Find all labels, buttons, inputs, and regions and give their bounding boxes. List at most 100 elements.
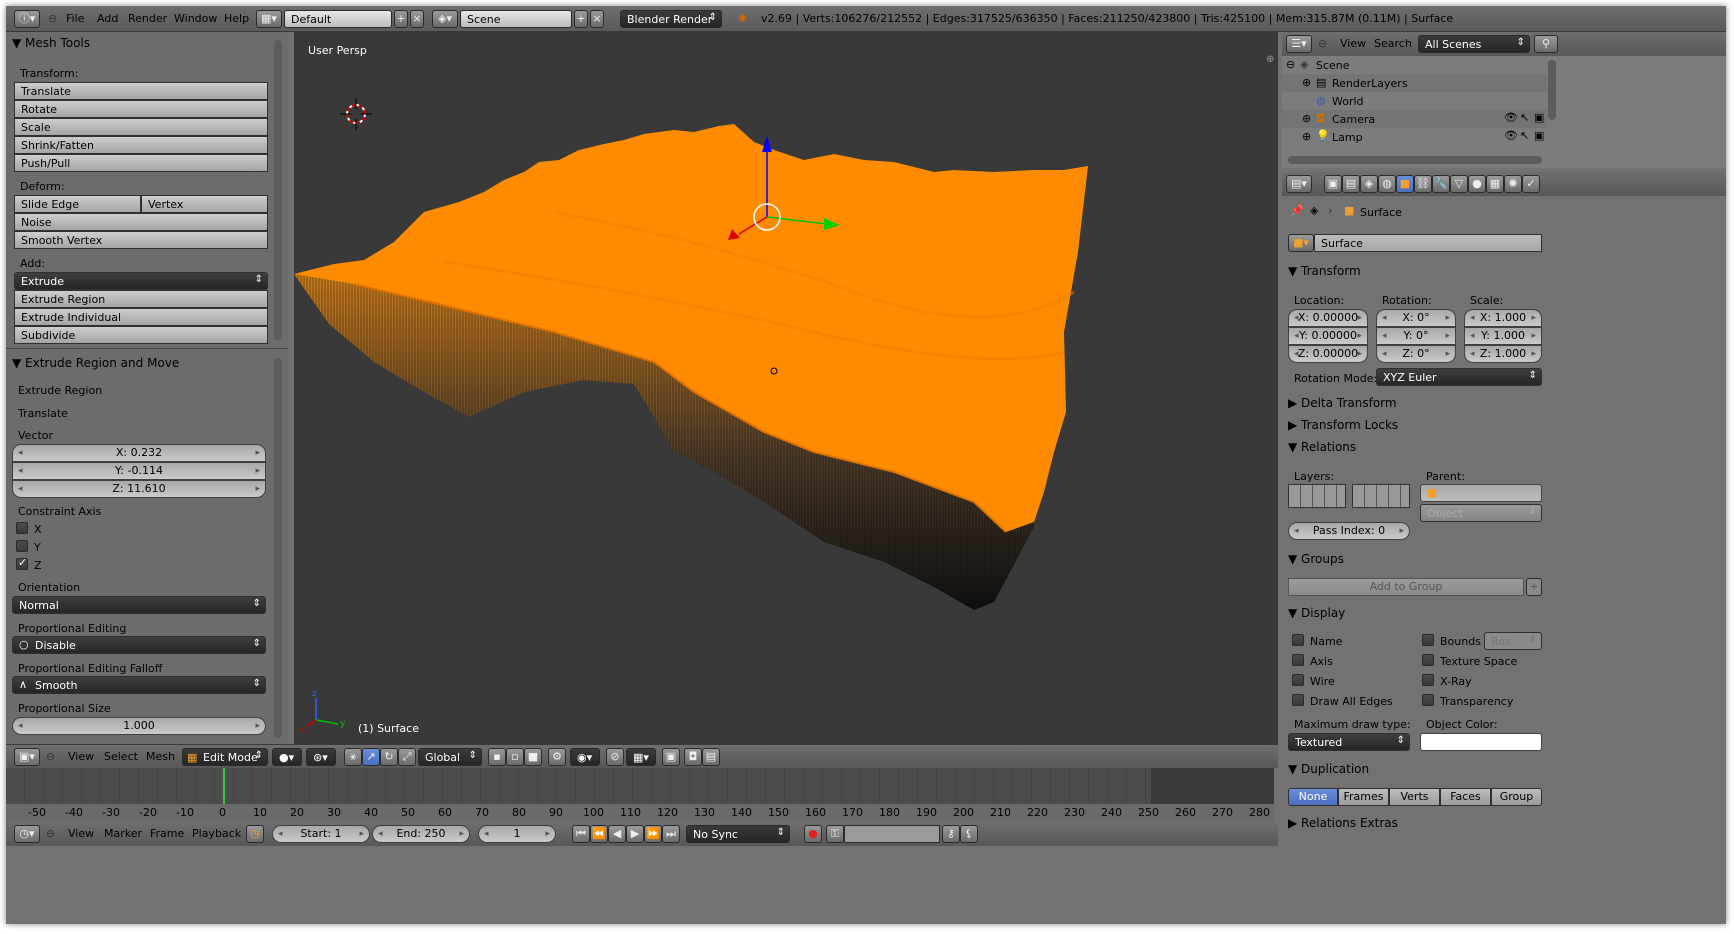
render-engine-dropdown[interactable]: Blender Render bbox=[620, 10, 722, 28]
expand-icon[interactable]: ⊕ bbox=[1302, 130, 1311, 143]
vector-x-field[interactable]: X: 0.232 bbox=[12, 444, 266, 462]
dup-verts-tab[interactable]: Verts bbox=[1389, 788, 1440, 806]
tl-menu-frame[interactable]: Frame bbox=[150, 827, 184, 840]
extrude-dropdown[interactable]: Extrude bbox=[14, 272, 268, 290]
relations-header[interactable]: ▼ Relations bbox=[1282, 436, 1546, 458]
start-frame-field[interactable]: Start: 1 bbox=[272, 825, 370, 843]
relations-extras-header[interactable]: ▶ Relations Extras bbox=[1282, 812, 1546, 834]
region-toggle-icon[interactable]: ⊕ bbox=[1266, 54, 1274, 65]
texture-space-checkbox[interactable] bbox=[1422, 654, 1434, 666]
add-layout-button[interactable]: + bbox=[394, 10, 408, 28]
menu-window[interactable]: Window bbox=[174, 12, 217, 25]
outliner-row[interactable]: ⊕ ◘ Camera 👁 ↖ ▣ bbox=[1282, 110, 1547, 128]
expand-icon[interactable]: ⊕ bbox=[1302, 76, 1311, 89]
prop-size-field[interactable]: 1.000 bbox=[12, 717, 266, 735]
scale-button[interactable]: Scale bbox=[14, 118, 268, 136]
anim-render-icon[interactable]: ▤ bbox=[702, 748, 720, 766]
slide-edge-button[interactable]: Slide Edge bbox=[14, 195, 141, 213]
smooth-vertex-button[interactable]: Smooth Vertex bbox=[14, 231, 268, 249]
keying-set-field[interactable] bbox=[844, 825, 940, 843]
vector-y-field[interactable]: Y: -0.114 bbox=[12, 462, 266, 480]
record-icon[interactable]: ● bbox=[804, 825, 822, 843]
operator-scrollbar[interactable] bbox=[274, 358, 282, 738]
expand-icon[interactable]: ⊕ bbox=[1302, 112, 1311, 125]
outliner-item-renderlayers[interactable]: RenderLayers bbox=[1332, 77, 1408, 90]
dup-frames-tab[interactable]: Frames bbox=[1338, 788, 1389, 806]
location-y-field[interactable]: Y: 0.00000 bbox=[1288, 327, 1368, 345]
outliner-hscroll[interactable] bbox=[1288, 156, 1542, 164]
parent-type-dropdown[interactable]: Object bbox=[1420, 504, 1542, 522]
jump-start-icon[interactable]: ⏮ bbox=[572, 825, 590, 843]
pin-icon[interactable]: 📌 bbox=[1290, 204, 1304, 217]
pass-index-field[interactable]: Pass Index: 0 bbox=[1288, 522, 1410, 540]
scale-manip-icon[interactable]: ⤢ bbox=[398, 748, 416, 766]
render-icon[interactable]: ▣ bbox=[1534, 129, 1544, 142]
mode-dropdown[interactable]: ▦ Edit Mode bbox=[182, 748, 268, 766]
object-tab-icon[interactable]: ■ bbox=[1396, 175, 1414, 193]
translate-button[interactable]: Translate bbox=[14, 82, 268, 100]
menu-render[interactable]: Render bbox=[128, 12, 167, 25]
outliner-search-menu[interactable]: Search bbox=[1374, 37, 1412, 50]
layers-tab-icon[interactable]: ▤ bbox=[1342, 175, 1360, 193]
snap-icon[interactable]: ⊘ bbox=[606, 748, 624, 766]
menu-mesh[interactable]: Mesh bbox=[146, 750, 175, 763]
object-browse-icon[interactable]: ■▾ bbox=[1288, 234, 1314, 252]
dup-faces-tab[interactable]: Faces bbox=[1440, 788, 1491, 806]
vertex-button[interactable]: Vertex bbox=[141, 195, 268, 213]
current-frame-field[interactable]: 1 bbox=[478, 825, 556, 843]
eye-icon[interactable]: 👁 bbox=[1504, 129, 1518, 142]
parent-field[interactable]: ■ bbox=[1420, 484, 1542, 502]
object-name-field[interactable]: Surface bbox=[1314, 234, 1542, 252]
falloff-dropdown[interactable]: ∧ Smooth bbox=[12, 676, 266, 694]
shrink-fatten-button[interactable]: Shrink/Fatten bbox=[14, 136, 268, 154]
vertex-select-icon[interactable]: ▪ bbox=[488, 748, 506, 766]
vector-z-field[interactable]: Z: 11.610 bbox=[12, 480, 266, 498]
add-group-plus-button[interactable]: + bbox=[1526, 578, 1542, 596]
constraint-z-checkbox[interactable] bbox=[16, 556, 28, 570]
outliner-tree[interactable]: ⊖ ◈ Scene ⊕ ▤ RenderLayers ◍ World ⊕ ◘ C… bbox=[1282, 56, 1726, 168]
duplication-header[interactable]: ▼ Duplication bbox=[1282, 758, 1546, 780]
editor-type-button[interactable]: ⓘ▾ bbox=[14, 10, 40, 28]
layers-grid-b[interactable] bbox=[1352, 484, 1410, 508]
rotation-mode-dropdown[interactable]: XYZ Euler bbox=[1376, 368, 1542, 386]
outliner-item-camera[interactable]: Camera bbox=[1332, 113, 1375, 126]
edge-select-icon[interactable]: ▫ bbox=[506, 748, 524, 766]
operator-header[interactable]: ▼ Extrude Region and Move bbox=[6, 352, 276, 374]
groups-header[interactable]: ▼ Groups bbox=[1282, 548, 1546, 570]
scene-tab-icon[interactable]: ◈ bbox=[1360, 175, 1378, 193]
particles-tab-icon[interactable]: ✺ bbox=[1504, 175, 1522, 193]
outliner-row[interactable]: ⊖ ◈ Scene bbox=[1282, 56, 1547, 74]
display-axis-checkbox[interactable] bbox=[1292, 654, 1304, 666]
shading-dropdown[interactable]: ●▾ bbox=[272, 748, 302, 766]
modifiers-tab-icon[interactable]: 🔧 bbox=[1432, 175, 1450, 193]
manipulator-icon[interactable]: ⚹ bbox=[344, 748, 362, 766]
layers-grid-a[interactable] bbox=[1288, 484, 1346, 508]
delete-key-icon[interactable]: ⚸ bbox=[960, 825, 978, 843]
add-scene-button[interactable]: + bbox=[574, 10, 588, 28]
rotate-manip-icon[interactable]: ↻ bbox=[380, 748, 398, 766]
proportional-dropdown[interactable]: ○ Disable bbox=[12, 636, 266, 654]
terrain-mesh[interactable]: z y x bbox=[294, 32, 1278, 744]
insert-key-icon[interactable]: ⚷ bbox=[942, 825, 960, 843]
texture-tab-icon[interactable]: ▦ bbox=[1486, 175, 1504, 193]
tl-menu-marker[interactable]: Marker bbox=[104, 827, 142, 840]
display-header[interactable]: ▼ Display bbox=[1282, 602, 1546, 624]
outliner-editor-icon[interactable]: ☰▾ bbox=[1286, 35, 1312, 53]
render-icon[interactable]: ▣ bbox=[1534, 111, 1544, 124]
proportional-header-dropdown[interactable]: ◉▾ bbox=[570, 748, 600, 766]
timeline-editor-icon[interactable]: ◷▾ bbox=[14, 825, 40, 843]
display-name-checkbox[interactable] bbox=[1292, 634, 1304, 646]
translate-manip-icon[interactable]: ↗ bbox=[362, 748, 380, 766]
collapse-icon[interactable]: ⊖ bbox=[46, 827, 55, 840]
tool-scrollbar[interactable] bbox=[274, 40, 282, 340]
scale-z-field[interactable]: Z: 1.000 bbox=[1464, 345, 1542, 363]
outliner-row[interactable]: ⊕ 💡 Lamp 👁 ↖ ▣ bbox=[1282, 128, 1547, 146]
jump-end-icon[interactable]: ⏭ bbox=[662, 825, 680, 843]
menu-add[interactable]: Add bbox=[97, 12, 118, 25]
opengl-render-icon[interactable]: ▣ bbox=[662, 748, 680, 766]
outliner-item-world[interactable]: World bbox=[1332, 95, 1364, 108]
menu-view[interactable]: View bbox=[68, 750, 94, 763]
scale-y-field[interactable]: Y: 1.000 bbox=[1464, 327, 1542, 345]
snap-element-dropdown[interactable]: ▦▾ bbox=[626, 748, 656, 766]
view3d-editor-icon[interactable]: ▣▾ bbox=[14, 748, 40, 766]
